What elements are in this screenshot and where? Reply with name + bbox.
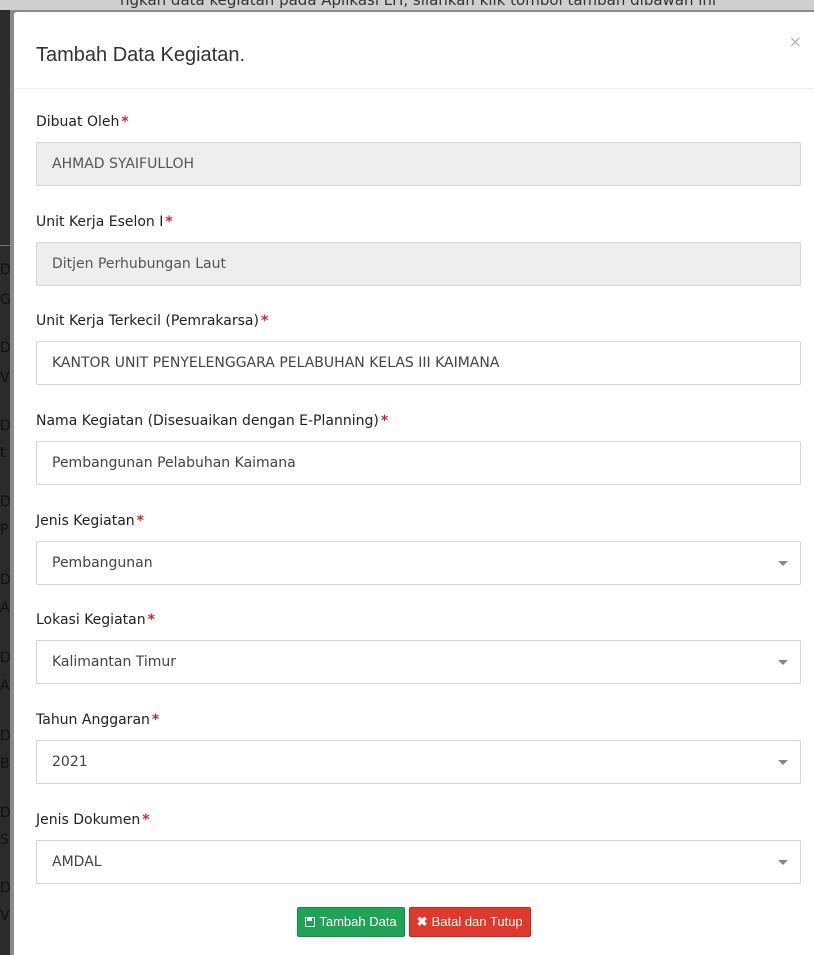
backdrop-letter: V <box>0 370 10 386</box>
required-marker: * <box>165 214 173 230</box>
backdrop-letter: G <box>0 292 10 308</box>
field-label: Tahun Anggaran * <box>36 710 803 730</box>
backdrop-top-text: ngkan data kegiatan pada Aplikasi LH, si… <box>0 0 814 10</box>
required-marker: * <box>147 612 155 628</box>
field-label: Dibuat Oleh * <box>36 112 803 132</box>
field-label-text: Lokasi Kegiatan <box>36 612 146 628</box>
backdrop-letter: D <box>0 650 10 666</box>
button-label: Batal dan Tutup <box>431 914 523 929</box>
backdrop-letter: V <box>0 908 10 924</box>
required-marker: * <box>121 114 129 130</box>
modal-title: Tambah Data Kegiatan. <box>36 44 246 66</box>
backdrop-letter: S <box>0 832 9 848</box>
document-type-select[interactable]: AMDAL <box>36 840 801 884</box>
created-by-field: AHMAD SYAIFULLOH <box>36 142 801 186</box>
backdrop-letter: D <box>0 262 10 278</box>
field-label-text: Unit Kerja Eselon I <box>36 214 164 230</box>
field-label-text: Jenis Dokumen <box>36 812 141 828</box>
unit-terkecil-input[interactable]: KANTOR UNIT PENYELENGGARA PELABUHAN KELA… <box>36 341 801 385</box>
chevron-down-icon <box>778 860 788 865</box>
field-group-unit-terkecil: Unit Kerja Terkecil (Pemrakarsa) * KANTOR… <box>36 311 803 385</box>
save-icon <box>305 908 316 936</box>
budget-year-select[interactable]: 2021 <box>36 740 801 784</box>
required-marker: * <box>142 812 150 828</box>
backdrop-caption: ngkan data kegiatan pada Aplikasi LH, si… <box>120 0 717 9</box>
chevron-down-icon <box>778 561 788 566</box>
required-marker: * <box>260 313 269 329</box>
field-label: Jenis Dokumen * <box>36 810 803 830</box>
field-group-activity-name: Nama Kegiatan (Disesuaikan dengan E-Plan… <box>36 411 803 485</box>
field-label-text: Unit Kerja Terkecil (Pemrakarsa) <box>36 313 259 329</box>
backdrop-letter: D <box>0 572 10 588</box>
select-value: Kalimantan Timur <box>52 654 177 670</box>
backdrop-letter: D <box>0 494 10 510</box>
select-value: 2021 <box>52 754 88 770</box>
field-label: Lokasi Kegiatan * <box>36 610 803 630</box>
button-label: Tambah Data <box>319 914 397 929</box>
chevron-down-icon <box>778 660 788 665</box>
backdrop-letter: B <box>0 756 10 772</box>
backdrop-letter: P <box>0 522 9 538</box>
backdrop-divider <box>0 245 10 246</box>
backdrop-letter: A <box>0 678 10 694</box>
add-data-button[interactable]: Tambah Data <box>297 907 405 937</box>
field-group-unit-eselon: Unit Kerja Eselon I * Ditjen Perhubungan … <box>36 212 803 286</box>
field-group-document-type: Jenis Dokumen * AMDAL <box>36 810 803 884</box>
backdrop-letter: D <box>0 728 10 744</box>
field-group-budget-year: Tahun Anggaran * 2021 <box>36 710 803 784</box>
backdrop-letter: A <box>0 600 10 616</box>
field-label: Unit Kerja Eselon I * <box>36 212 803 232</box>
required-marker: * <box>380 413 389 429</box>
required-marker: * <box>151 712 160 728</box>
add-activity-modal: Tambah Data Kegiatan. × Dibuat Oleh * AHM… <box>14 12 814 955</box>
select-value: Pembangunan <box>52 555 153 571</box>
modal-header: Tambah Data Kegiatan. × <box>14 12 814 89</box>
select-value: AMDAL <box>52 854 102 870</box>
close-icon: ✖ <box>416 914 428 929</box>
cancel-close-button[interactable]: ✖ Batal dan Tutup <box>408 907 531 937</box>
close-icon[interactable]: × <box>789 34 802 50</box>
backdrop-letter: D <box>0 805 10 821</box>
field-label-text: Jenis Kegiatan <box>36 513 135 529</box>
unit-eselon-field: Ditjen Perhubungan Laut <box>36 242 801 286</box>
field-label-text: Tahun Anggaran <box>36 712 150 728</box>
backdrop-letter: t <box>0 445 6 461</box>
required-marker: * <box>136 513 144 529</box>
field-group-activity-type: Jenis Kegiatan * Pembangunan <box>36 511 803 585</box>
field-label-text: Nama Kegiatan (Disesuaikan dengan E-Plan… <box>36 413 379 429</box>
field-label: Jenis Kegiatan * <box>36 511 803 531</box>
activity-name-input[interactable]: Pembangunan Pelabuhan Kaimana <box>36 441 801 485</box>
chevron-down-icon <box>778 760 788 765</box>
backdrop-letter: D <box>0 880 10 896</box>
field-label: Nama Kegiatan (Disesuaikan dengan E-Plan… <box>36 411 803 431</box>
modal-actions: Tambah Data ✖ Batal dan Tutup <box>14 907 814 937</box>
field-label: Unit Kerja Terkecil (Pemrakarsa) * <box>36 311 803 331</box>
field-group-created-by: Dibuat Oleh * AHMAD SYAIFULLOH <box>36 112 803 186</box>
backdrop-letter: D <box>0 418 10 434</box>
field-group-location: Lokasi Kegiatan * Kalimantan Timur <box>36 610 803 684</box>
activity-type-select[interactable]: Pembangunan <box>36 541 801 585</box>
location-select[interactable]: Kalimantan Timur <box>36 640 801 684</box>
field-label-text: Dibuat Oleh <box>36 114 120 130</box>
backdrop-letter: D <box>0 340 10 356</box>
